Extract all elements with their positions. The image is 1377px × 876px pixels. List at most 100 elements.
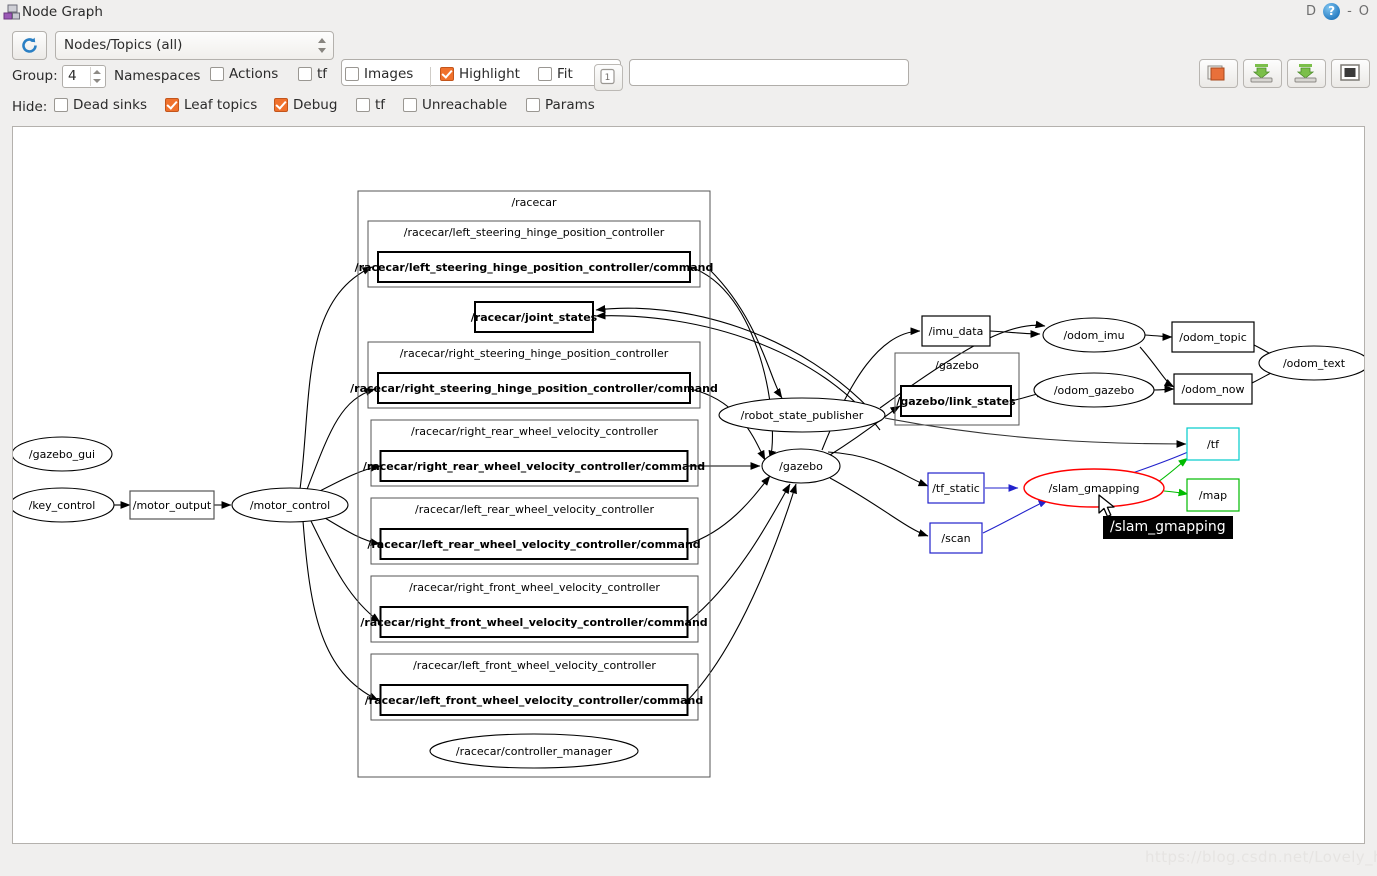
graph-topic-node[interactable]: /racecar/right_front_wheel_velocity_cont…	[360, 606, 708, 638]
graph-topic-node[interactable]: /racecar/left_rear_wheel_velocity_contro…	[367, 528, 701, 560]
watermark: https://blog.csdn.net/Lovely_him	[1145, 848, 1377, 866]
graph-node[interactable]: /key_control	[13, 487, 115, 523]
graph-topic-node[interactable]: /imu_data	[921, 315, 991, 347]
graph-label: /gazebo_gui	[29, 448, 95, 461]
actions-checkbox[interactable]: Actions	[210, 66, 278, 82]
graph-topic-node[interactable]: /odom_topic	[1171, 321, 1255, 353]
graph-label: /racecar/right_rear_wheel_velocity_contr…	[363, 460, 705, 473]
graph-label: /racecar/right_steering_hinge_position_c…	[350, 382, 718, 395]
graph-label: /racecar/left_steering_hinge_position_co…	[355, 261, 714, 274]
graph-topic-node[interactable]: /scan	[929, 522, 983, 554]
graph-node[interactable]: /robot_state_publisher	[718, 397, 886, 433]
graph-topic-node[interactable]: /racecar/left_front_wheel_velocity_contr…	[365, 684, 703, 716]
highlight-label: Highlight	[459, 66, 520, 82]
fit-checkbox[interactable]: Fit	[538, 66, 573, 82]
graph-edge	[709, 269, 783, 399]
graph-label: /racecar/left_steering_hinge_position_co…	[404, 226, 665, 239]
graph-node[interactable]: /odom_text	[1258, 345, 1364, 381]
graph-topic-node[interactable]: /tf	[1186, 427, 1240, 461]
graph-node[interactable]: /slam_gmapping	[1023, 468, 1165, 508]
checkbox-box[interactable]	[356, 98, 370, 112]
dead-sinks-label: Dead sinks	[73, 97, 148, 113]
hide-tf-checkbox[interactable]: tf	[356, 97, 385, 113]
graph-label: /odom_topic	[1179, 331, 1247, 344]
graph-label: /motor_output	[133, 499, 212, 512]
fit-in-view-button[interactable]: 1	[594, 64, 623, 91]
graph-topic-node[interactable]: /motor_output	[129, 490, 215, 520]
params-checkbox[interactable]: Params	[526, 97, 595, 113]
unreachable-label: Unreachable	[422, 97, 508, 113]
graph-label: /racecar/right_rear_wheel_velocity_contr…	[411, 425, 658, 438]
checkbox-box[interactable]	[165, 98, 179, 112]
graph-canvas[interactable]: /racecar/racecar/left_steering_hinge_pos…	[12, 126, 1365, 844]
graph-topic-node[interactable]: /racecar/left_steering_hinge_position_co…	[355, 251, 714, 283]
graph-label: /scan	[941, 532, 970, 545]
help-icon[interactable]: ?	[1323, 3, 1341, 20]
graph-label: /gazebo	[779, 460, 823, 473]
graph-node[interactable]: /odom_gazebo	[1033, 372, 1155, 408]
graph-topic-node[interactable]: /odom_now	[1173, 373, 1253, 405]
checkbox-box[interactable]	[274, 98, 288, 112]
graph-topic-node[interactable]: /tf_static	[927, 472, 985, 504]
checkbox-box[interactable]	[345, 67, 359, 81]
fit-in-view-icon: 1	[600, 68, 615, 85]
graph-edge	[982, 499, 1049, 534]
leaf-topics-checkbox[interactable]: Leaf topics	[165, 97, 257, 113]
graph-nodes: /racecar/left_steering_hinge_position_co…	[13, 251, 1364, 769]
graph-edge	[299, 266, 373, 490]
graph-type-select[interactable]: Nodes/Topics (all)	[55, 31, 334, 60]
graph-topic-node[interactable]: /gazebo/link_states	[896, 385, 1016, 417]
graph-topic-node[interactable]: /map	[1186, 478, 1240, 512]
leaf-topics-label: Leaf topics	[184, 97, 258, 113]
checkbox-box[interactable]	[298, 67, 312, 81]
graph-edge	[689, 266, 777, 461]
graph-label: /tf	[1207, 438, 1220, 451]
graph-topic-node[interactable]: /racecar/right_steering_hinge_position_c…	[350, 372, 718, 404]
graph-node[interactable]: /odom_imu	[1042, 317, 1146, 353]
toolbar: Nodes/Topics (all)	[0, 28, 1377, 88]
graph-edge	[829, 477, 929, 537]
checkbox-box[interactable]	[54, 98, 68, 112]
actions-label: Actions	[229, 66, 279, 82]
checkbox-box[interactable]	[440, 67, 454, 81]
graph-node[interactable]: /gazebo_gui	[13, 436, 113, 472]
close-button[interactable]: O	[1359, 4, 1369, 19]
checkbox-box[interactable]	[210, 67, 224, 81]
graph-node[interactable]: /racecar/controller_manager	[429, 733, 639, 769]
graph-edge	[884, 417, 1187, 448]
checkbox-box[interactable]	[403, 98, 417, 112]
refresh-button[interactable]	[12, 31, 47, 60]
tf-checkbox[interactable]: tf	[298, 66, 327, 82]
options-row-group: Group: 4 Namespaces Actions tf Images Hi…	[0, 63, 1377, 91]
graph-label: /racecar	[511, 196, 557, 209]
graph-edge	[1144, 333, 1173, 341]
hide-label: Hide:	[12, 99, 48, 115]
group-spinner[interactable]: 4	[62, 65, 106, 88]
group-value: 4	[68, 68, 77, 84]
graph-topic-node[interactable]: /racecar/right_rear_wheel_velocity_contr…	[363, 450, 705, 482]
undock-button[interactable]: D	[1306, 4, 1316, 19]
graph-topic-node[interactable]: /racecar/joint_states	[471, 301, 598, 333]
graph-label: /racecar/left_rear_wheel_velocity_contro…	[367, 538, 700, 551]
graph-edge	[827, 451, 929, 487]
fit-label: Fit	[557, 66, 573, 82]
graph-label: /odom_gazebo	[1054, 384, 1135, 397]
images-checkbox[interactable]: Images	[345, 66, 413, 82]
options-row-hide: Hide: Dead sinks Leaf topics Debug tf Un…	[0, 94, 1377, 122]
minimize-button[interactable]: -	[1347, 4, 1352, 19]
graph-edge	[687, 483, 797, 701]
highlight-checkbox[interactable]: Highlight	[440, 66, 520, 82]
unreachable-checkbox[interactable]: Unreachable	[403, 97, 507, 113]
graph-label: /gazebo	[935, 359, 979, 372]
dead-sinks-checkbox[interactable]: Dead sinks	[54, 97, 147, 113]
graph-node[interactable]: /motor_control	[231, 487, 349, 523]
spinner-arrows-icon[interactable]	[90, 67, 103, 86]
checkbox-box[interactable]	[538, 67, 552, 81]
graph-label: /racecar/right_front_wheel_velocity_cont…	[409, 581, 660, 594]
graph-svg: /racecar/racecar/left_steering_hinge_pos…	[13, 190, 1364, 778]
refresh-icon	[22, 37, 37, 53]
graph-node[interactable]: /gazebo	[761, 448, 841, 484]
params-label: Params	[545, 97, 595, 113]
debug-checkbox[interactable]: Debug	[274, 97, 337, 113]
checkbox-box[interactable]	[526, 98, 540, 112]
